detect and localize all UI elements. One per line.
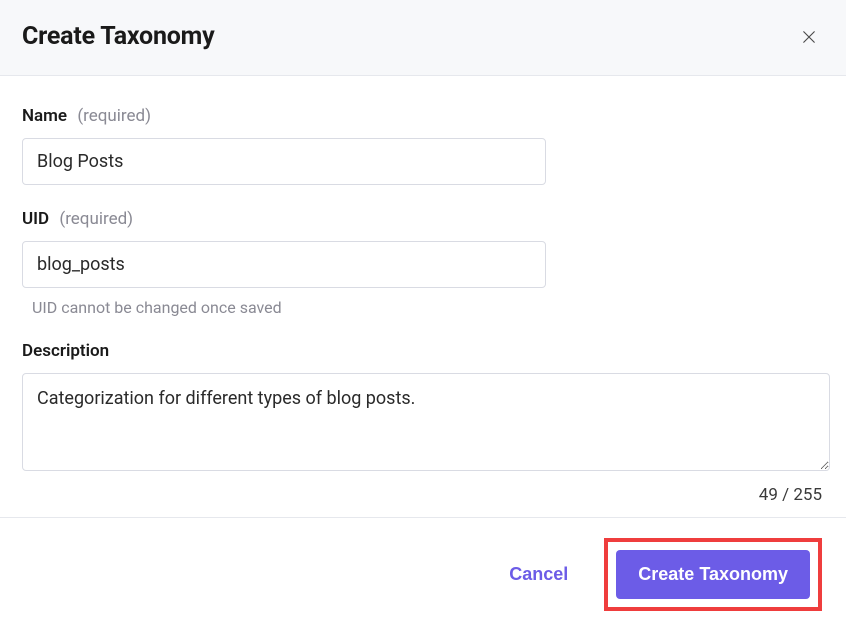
close-button[interactable] <box>796 24 822 50</box>
uid-field-group: UID (required) UID cannot be changed onc… <box>22 209 824 317</box>
uid-input[interactable] <box>22 241 546 288</box>
close-icon <box>800 28 818 46</box>
description-textarea[interactable] <box>22 373 830 471</box>
name-field-group: Name (required) <box>22 106 824 185</box>
description-textarea-wrap <box>22 373 830 475</box>
name-label-text: Name <box>22 106 67 126</box>
description-label-text: Description <box>22 341 109 361</box>
modal-footer: Cancel Create Taxonomy <box>0 517 846 633</box>
description-label: Description <box>22 341 824 361</box>
create-taxonomy-modal: Create Taxonomy Name (required) UID (req… <box>0 0 846 633</box>
name-label: Name (required) <box>22 106 824 126</box>
modal-body: Name (required) UID (required) UID canno… <box>0 76 846 517</box>
uid-helper-text: UID cannot be changed once saved <box>22 298 824 317</box>
name-input[interactable] <box>22 138 546 185</box>
modal-header: Create Taxonomy <box>0 0 846 76</box>
cancel-button[interactable]: Cancel <box>503 554 574 595</box>
uid-label: UID (required) <box>22 209 824 229</box>
create-taxonomy-button[interactable]: Create Taxonomy <box>616 550 810 599</box>
modal-title: Create Taxonomy <box>22 22 215 51</box>
uid-label-text: UID <box>22 209 49 229</box>
name-required-hint: (required) <box>77 106 151 126</box>
description-field-group: Description 49 / 255 <box>22 341 824 505</box>
submit-button-highlight: Create Taxonomy <box>604 538 822 611</box>
uid-required-hint: (required) <box>59 209 133 229</box>
description-char-count: 49 / 255 <box>22 485 824 505</box>
